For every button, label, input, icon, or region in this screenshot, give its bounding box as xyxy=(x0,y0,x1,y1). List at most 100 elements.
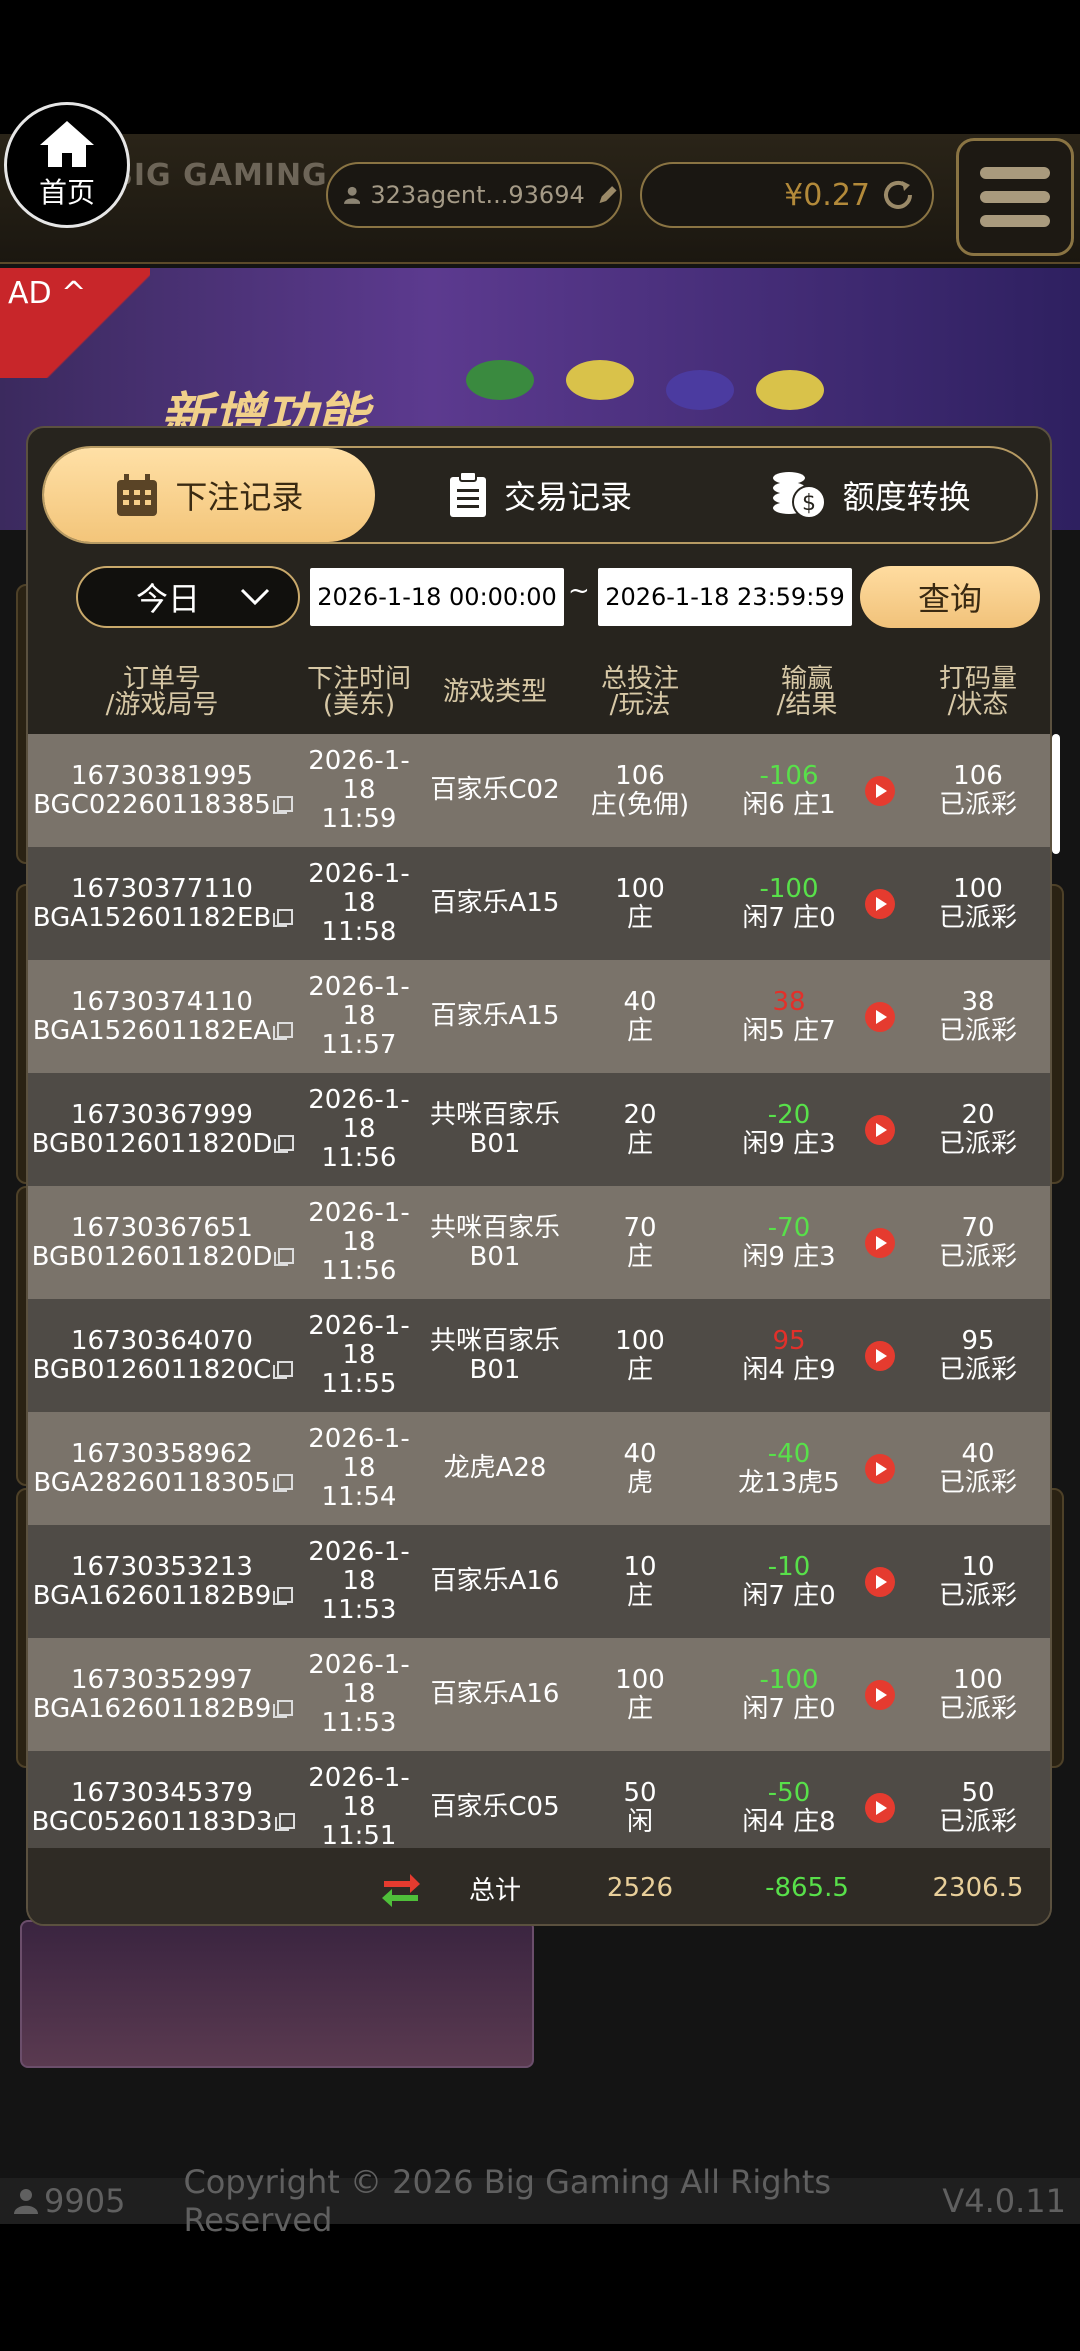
table-row[interactable]: 16730377110 BGA152601182EB 2026-1-18 11:58 百… xyxy=(28,847,1050,960)
table-row[interactable]: 16730374110 BGA152601182EA 2026-1-18 11:57 百… xyxy=(28,960,1050,1073)
period-value: 今日 xyxy=(135,580,200,618)
period-select[interactable]: 今日 xyxy=(76,566,300,628)
copy-icon[interactable] xyxy=(274,1135,295,1153)
table-row[interactable]: 16730364070 BGB0126011820C 2026-1-18 11:55 共… xyxy=(28,1299,1050,1412)
column-header-valid-bet: 打码量/状态 xyxy=(938,664,1017,720)
copy-icon[interactable] xyxy=(274,1813,295,1831)
table-row[interactable]: 16730358962 BGA28260118305 2026-1-18 11:54 龙… xyxy=(28,1412,1050,1525)
swap-arrows-icon[interactable] xyxy=(380,1869,422,1907)
bet-time-cell: 2026-1-18 11:53 xyxy=(296,1525,422,1638)
copy-icon[interactable] xyxy=(272,1474,293,1492)
play-replay-icon[interactable] xyxy=(865,1227,895,1258)
valid-bet-amount: 106 xyxy=(953,760,1003,791)
edit-icon[interactable] xyxy=(595,178,620,212)
promo-image[interactable] xyxy=(20,1920,534,2068)
column-header-game-type: 游戏类型 xyxy=(442,677,547,707)
copy-icon[interactable] xyxy=(273,1587,294,1605)
table-row[interactable]: 16730353213 BGA162601182B9 2026-1-18 11:53 百… xyxy=(28,1525,1050,1638)
table-header: 订单号/游戏局号 下注时间 (美东) 游戏类型 总投注/玩法 输赢/结果 打码量 /… xyxy=(28,650,1050,734)
date-separator: ~ xyxy=(568,576,590,606)
game-name: 百家乐A16 xyxy=(430,1566,560,1596)
bet-play: 庄 xyxy=(626,1241,653,1272)
bet-amount: 106 xyxy=(615,760,665,791)
scrollbar[interactable] xyxy=(1052,734,1060,854)
valid-bet-amount: 50 xyxy=(961,1777,995,1808)
round-id: BGC02260118385 xyxy=(33,789,271,820)
casino-chips-illustration xyxy=(466,360,824,410)
totals-row: 总计 2526 -865.5 2306.5 xyxy=(28,1848,1050,1924)
date-filter-bar: 今日 2026-1-18 00:00:00 ~ 2026-1-18 23:59:… xyxy=(28,566,1050,630)
bet-time: 11:53 xyxy=(321,1595,397,1625)
win-loss-amount: -40 xyxy=(767,1438,811,1469)
valid-bet-cell: 100 已派彩 xyxy=(902,1638,1050,1751)
game-result: 闲9 庄3 xyxy=(742,1241,836,1272)
play-replay-icon[interactable] xyxy=(865,1340,895,1371)
tab-credit-transfer[interactable]: $ 额度转换 xyxy=(705,448,1036,542)
play-replay-icon[interactable] xyxy=(865,1679,895,1710)
round-id: BGA162601182B9 xyxy=(32,1693,272,1724)
copy-icon[interactable] xyxy=(274,1248,295,1266)
copy-icon[interactable] xyxy=(272,796,293,814)
bet-date: 2026-1-18 xyxy=(308,1424,410,1483)
start-date-input[interactable]: 2026-1-18 00:00:00 xyxy=(310,568,564,626)
copy-icon[interactable] xyxy=(273,1361,294,1379)
win-loss-cell: -100 闲7 庄0 xyxy=(712,1638,902,1751)
bet-date: 2026-1-18 xyxy=(308,1198,410,1257)
bet-time: 11:58 xyxy=(321,917,397,947)
game-type-cell: 共咪百家乐 B01 xyxy=(422,1186,568,1299)
end-date-input[interactable]: 2026-1-18 23:59:59 xyxy=(598,568,852,626)
bet-time-cell: 2026-1-18 11:56 xyxy=(296,1073,422,1186)
agent-name-pill[interactable]: 323agent...93694 xyxy=(326,162,622,228)
table-row[interactable]: 16730352997 BGA162601182B9 2026-1-18 11:53 百… xyxy=(28,1638,1050,1751)
play-replay-icon[interactable] xyxy=(865,888,895,919)
tab-bet-records[interactable]: 下注记录 xyxy=(44,448,375,542)
home-button[interactable]: 首页 xyxy=(4,102,130,228)
game-result: 闲5 庄7 xyxy=(742,1015,836,1046)
valid-bet-cell: 95 已派彩 xyxy=(902,1299,1050,1412)
bet-amount: 10 xyxy=(623,1551,657,1582)
round-id: BGA28260118305 xyxy=(33,1467,271,1498)
play-replay-icon[interactable] xyxy=(865,1453,895,1484)
coins-icon: $ xyxy=(772,472,826,519)
round-id: BGA152601182EA xyxy=(32,1015,272,1046)
play-replay-icon[interactable] xyxy=(865,775,895,806)
win-loss-cell: -40 龙13虎5 xyxy=(712,1412,902,1525)
bet-time: 11:54 xyxy=(321,1482,397,1512)
payout-status: 已派彩 xyxy=(938,1241,1017,1272)
order-cell: 16730381995 BGC02260118385 xyxy=(28,734,296,847)
copy-icon[interactable] xyxy=(273,1700,294,1718)
play-replay-icon[interactable] xyxy=(865,1566,895,1597)
copy-icon[interactable] xyxy=(273,909,294,927)
order-cell: 16730367651 BGB0126011820D xyxy=(28,1186,296,1299)
bet-date: 2026-1-18 xyxy=(308,1537,410,1596)
order-cell: 16730352997 BGA162601182B9 xyxy=(28,1638,296,1751)
total-bet-cell: 10 庄 xyxy=(568,1525,712,1638)
bet-play: 虎 xyxy=(626,1467,653,1498)
valid-bet-cell: 40 已派彩 xyxy=(902,1412,1050,1525)
tab-transaction-records[interactable]: 交易记录 xyxy=(375,448,706,542)
chevron-up-icon: ^ xyxy=(61,276,87,311)
play-replay-icon[interactable] xyxy=(865,1114,895,1145)
win-loss-cell: 95 闲4 庄9 xyxy=(712,1299,902,1412)
online-count: 9905 xyxy=(14,2182,125,2220)
table-row[interactable]: 16730367651 BGB0126011820D 2026-1-18 11:56 共… xyxy=(28,1186,1050,1299)
payout-status: 已派彩 xyxy=(938,1015,1017,1046)
game-type-cell: 百家乐C02 xyxy=(422,734,568,847)
table-row[interactable]: 16730367999 BGB0126011820D 2026-1-18 11:56 共… xyxy=(28,1073,1050,1186)
bet-date: 2026-1-18 xyxy=(308,1650,410,1709)
win-loss-amount: -100 xyxy=(759,1664,819,1695)
order-number: 16730374110 xyxy=(71,986,253,1017)
play-replay-icon[interactable] xyxy=(865,1792,895,1823)
tab-label: 下注记录 xyxy=(175,478,304,516)
play-replay-icon[interactable] xyxy=(865,1001,895,1032)
column-header-order: 订单号/游戏局号 xyxy=(105,664,219,720)
table-row[interactable]: 16730381995 BGC02260118385 2026-1-18 11:59 百… xyxy=(28,734,1050,847)
query-button[interactable]: 查询 xyxy=(860,566,1040,628)
hamburger-menu-button[interactable] xyxy=(956,138,1074,256)
ad-tag[interactable]: AD ^ xyxy=(0,268,150,378)
bet-play: 闲 xyxy=(626,1806,653,1837)
payout-status: 已派彩 xyxy=(938,1128,1017,1159)
copy-icon[interactable] xyxy=(273,1022,294,1040)
refresh-icon[interactable] xyxy=(880,177,916,213)
bet-play: 庄 xyxy=(626,1015,653,1046)
